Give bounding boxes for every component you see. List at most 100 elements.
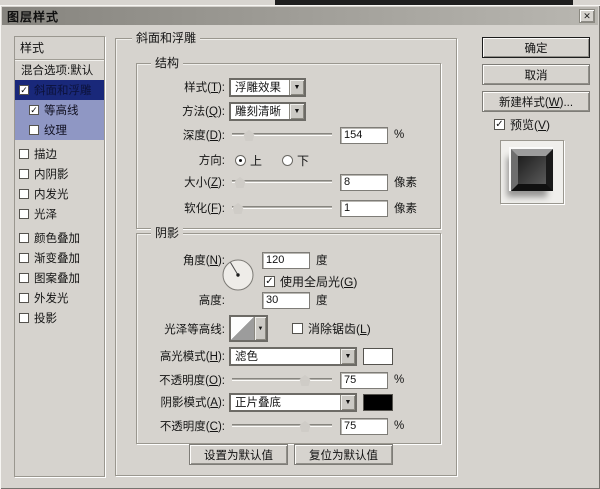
chevron-down-icon[interactable]: ▼	[289, 79, 304, 95]
new-style-button[interactable]: 新建样式(W)...	[482, 91, 590, 112]
checkbox[interactable]: ✓	[19, 85, 29, 95]
checkbox[interactable]: ✓	[29, 105, 39, 115]
checkbox[interactable]	[19, 149, 29, 159]
styles-list-panel: 样式 混合选项:默认 ✓ 斜面和浮雕 ✓ 等高线 纹理 描边 内阴影 内发光 光…	[14, 36, 105, 477]
altitude-unit: 度	[316, 295, 328, 307]
soften-slider[interactable]	[232, 201, 332, 215]
style-select-value: 浮雕效果	[235, 82, 281, 94]
sidebar-item-blending-options[interactable]: 混合选项:默认	[15, 60, 104, 80]
checkbox[interactable]	[19, 233, 29, 243]
checkbox[interactable]	[19, 273, 29, 283]
highlight-mode-select[interactable]: 滤色 ▼	[229, 346, 357, 366]
highlight-color-swatch[interactable]	[363, 347, 393, 365]
style-select[interactable]: 浮雕效果 ▼	[229, 77, 306, 97]
sidebar-item-satin[interactable]: 光泽	[15, 204, 104, 224]
technique-select-value: 雕刻清晰	[235, 106, 281, 118]
slider-thumb[interactable]	[299, 421, 311, 432]
checkbox[interactable]	[19, 293, 29, 303]
technique-select[interactable]: 雕刻清晰 ▼	[229, 101, 306, 121]
preview-toggle[interactable]: ✓ 预览(V)	[494, 116, 550, 133]
preview-label: 预览(V)	[510, 118, 551, 132]
dialog-titlebar[interactable]: 图层样式 ✕	[2, 7, 598, 25]
sidebar-item-drop-shadow[interactable]: 投影	[15, 308, 104, 328]
direction-up-radio[interactable]	[235, 154, 246, 166]
shadow-color-swatch[interactable]	[363, 393, 393, 411]
style-item-label: 描边	[34, 149, 57, 161]
make-default-button[interactable]: 设置为默认值	[189, 444, 288, 465]
size-unit: 像素	[394, 177, 417, 189]
slider-track[interactable]	[232, 206, 332, 209]
altitude-input[interactable]	[262, 291, 310, 309]
shadow-mode-select[interactable]: 正片叠底 ▼	[229, 392, 357, 412]
soften-input[interactable]	[340, 199, 388, 217]
slider-thumb[interactable]	[232, 203, 244, 214]
angle-label: 角度(N):	[182, 255, 225, 267]
cancel-button[interactable]: 取消	[482, 64, 590, 85]
ok-button[interactable]: 确定	[482, 37, 590, 58]
direction-down-label: 下	[297, 153, 310, 168]
contour-thumbnail	[231, 317, 254, 340]
style-label: 样式(T):	[184, 82, 225, 94]
checkbox[interactable]	[19, 189, 29, 199]
direction-down-radio[interactable]	[282, 154, 294, 166]
chevron-down-icon[interactable]: ▼	[254, 317, 266, 340]
shadow-opacity-label: 不透明度(C):	[159, 421, 225, 433]
slider-track[interactable]	[232, 424, 332, 427]
chevron-down-icon[interactable]: ▼	[340, 394, 355, 410]
checkbox[interactable]	[19, 253, 29, 263]
slider-thumb[interactable]	[234, 177, 246, 188]
depth-slider[interactable]	[232, 128, 332, 142]
shadow-opacity-input[interactable]	[340, 417, 388, 435]
gloss-contour-label: 光泽等高线:	[164, 323, 225, 336]
depth-input[interactable]	[340, 126, 388, 144]
size-slider[interactable]	[232, 175, 332, 189]
sidebar-item-bevel-emboss[interactable]: ✓ 斜面和浮雕	[15, 80, 104, 100]
shading-legend: 阴影	[151, 226, 184, 241]
style-item-label: 纹理	[44, 125, 67, 137]
soften-label: 软化(F):	[184, 203, 225, 215]
sidebar-item-pattern-overlay[interactable]: 图案叠加	[15, 268, 104, 288]
sidebar-item-inner-shadow[interactable]: 内阴影	[15, 164, 104, 184]
style-item-label: 等高线	[44, 105, 79, 117]
preview-checkbox[interactable]: ✓	[494, 119, 505, 130]
styles-list-header: 样式	[15, 37, 104, 60]
bevel-emboss-panel: 斜面和浮雕 结构 样式(T): 浮雕效果 ▼ 方法(Q): 雕刻清晰 ▼ 深度(…	[115, 31, 457, 476]
slider-thumb[interactable]	[243, 130, 255, 141]
checkbox[interactable]	[19, 169, 29, 179]
highlight-opacity-slider[interactable]	[232, 373, 332, 387]
panel-title: 斜面和浮雕	[132, 31, 201, 46]
slider-thumb[interactable]	[299, 375, 311, 386]
global-light-checkbox[interactable]: ✓	[264, 275, 275, 287]
slider-track[interactable]	[232, 180, 332, 183]
chevron-down-icon[interactable]: ▼	[340, 348, 355, 364]
shadow-opacity-slider[interactable]	[232, 419, 332, 433]
checkbox[interactable]	[19, 313, 29, 323]
checkbox[interactable]	[29, 125, 39, 135]
sidebar-item-outer-glow[interactable]: 外发光	[15, 288, 104, 308]
checkbox[interactable]	[19, 209, 29, 219]
antialias-checkbox[interactable]	[292, 323, 303, 334]
global-light-label: 使用全局光(G)	[280, 274, 358, 289]
close-icon[interactable]: ✕	[579, 9, 595, 23]
sidebar-item-texture[interactable]: 纹理	[15, 120, 104, 140]
sidebar-item-color-overlay[interactable]: 颜色叠加	[15, 228, 104, 248]
chevron-down-icon[interactable]: ▼	[289, 103, 304, 119]
style-item-label: 图案叠加	[34, 273, 80, 285]
sidebar-item-contour[interactable]: ✓ 等高线	[15, 100, 104, 120]
sidebar-item-stroke[interactable]: 描边	[15, 144, 104, 164]
size-input[interactable]	[340, 173, 388, 191]
reset-default-button[interactable]: 复位为默认值	[294, 444, 393, 465]
angle-unit: 度	[316, 255, 328, 267]
highlight-opacity-input[interactable]	[340, 371, 388, 389]
sidebar-item-gradient-overlay[interactable]: 渐变叠加	[15, 248, 104, 268]
style-item-label: 内阴影	[34, 169, 69, 181]
slider-track[interactable]	[232, 378, 332, 381]
layer-style-dialog: 图层样式 ✕ 样式 混合选项:默认 ✓ 斜面和浮雕 ✓ 等高线 纹理 描边 内阴…	[0, 5, 600, 489]
angle-input[interactable]	[262, 251, 310, 269]
style-item-label: 颜色叠加	[34, 233, 80, 245]
sidebar-item-inner-glow[interactable]: 内发光	[15, 184, 104, 204]
antialias-label: 消除锯齿(L)	[308, 322, 371, 336]
soften-unit: 像素	[394, 203, 417, 215]
gloss-contour-picker[interactable]: ▼	[229, 315, 268, 342]
screen: 图层样式 ✕ 样式 混合选项:默认 ✓ 斜面和浮雕 ✓ 等高线 纹理 描边 内阴…	[0, 0, 600, 489]
